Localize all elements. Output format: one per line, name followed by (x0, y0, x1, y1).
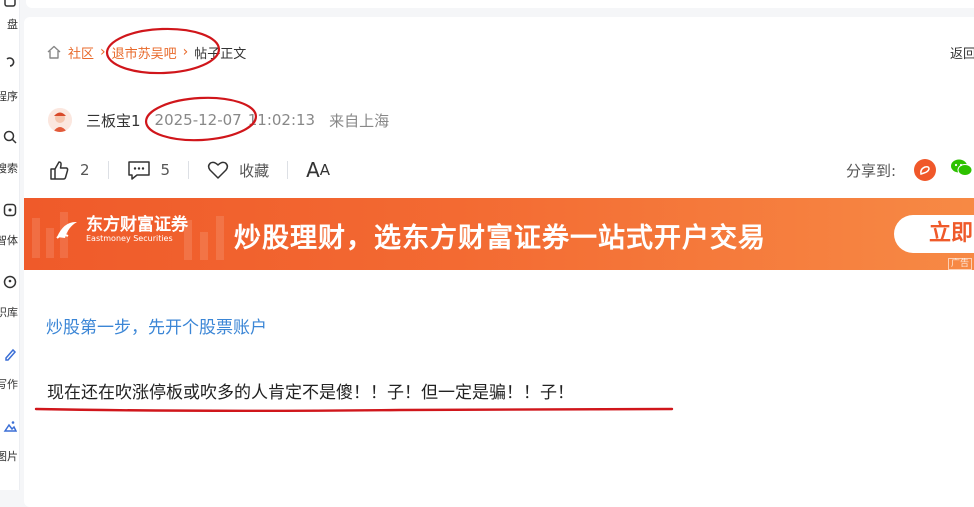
post-location: 来自上海 (329, 111, 390, 130)
ad-tag: 广告 (948, 258, 973, 270)
post-actions: 2 5 收藏 AA (48, 155, 330, 185)
sidebar-item-write[interactable]: 写作 (0, 344, 19, 391)
home-icon[interactable] (46, 44, 62, 60)
sidebar-item-label: 盘 (7, 18, 18, 31)
search-icon (3, 130, 17, 144)
eastmoney-logo: 东方财富证券 Eastmoney Securities (54, 216, 188, 244)
chevron-right-icon: › (100, 44, 106, 60)
banner-slogan: 炒股理财，选东方财富证券一站式开户交易 (234, 223, 766, 254)
font-size-small-label: A (319, 161, 331, 179)
sidebar-item-knowledge[interactable]: 识库 (0, 272, 19, 319)
favorite-button[interactable]: 收藏 (207, 160, 269, 181)
comment-count: 5 (160, 161, 171, 179)
image-icon (3, 421, 17, 432)
like-button[interactable]: 2 (48, 159, 90, 181)
sidebar-item-label: 搜索 (0, 162, 18, 175)
comment-button[interactable]: 5 (127, 159, 171, 181)
wechat-share-button[interactable] (950, 158, 973, 182)
sidebar-item-label: 智体 (0, 234, 18, 247)
logo-en-text: Eastmoney Securities (86, 234, 173, 243)
breadcrumb-community-link[interactable]: 社区 (68, 43, 94, 62)
divider (107, 161, 109, 179)
font-size-large-label: A (306, 158, 320, 182)
back-link[interactable]: 返回 (950, 43, 974, 62)
sidebar-item-search[interactable]: 搜索 (0, 127, 19, 175)
breadcrumb-forum-link[interactable]: 退市苏吴吧 (112, 43, 177, 62)
author-name[interactable]: 三板宝1 (86, 110, 141, 131)
pen-icon (5, 348, 17, 361)
post-meta: 三板宝1 2025-12-07 11:02:13 来自上海 (48, 106, 389, 134)
agent-icon (3, 203, 17, 217)
sidebar-item-label: 写作 (0, 378, 18, 391)
previous-card-edge (26, 0, 974, 8)
like-count: 2 (80, 161, 90, 179)
avatar[interactable] (48, 108, 72, 132)
eastmoney-logo-icon (56, 221, 77, 239)
sidebar-item-miniprogram[interactable]: 程序 (0, 52, 19, 103)
miniprogram-icon (6, 57, 15, 67)
ad-banner[interactable]: 东方财富证券 Eastmoney Securities 炒股理财，选东方财富证券… (24, 198, 974, 270)
wechat-icon (951, 159, 973, 176)
sidebar-item-label: 图片 (0, 450, 18, 463)
post-time: 11:02:13 (247, 111, 316, 129)
share-bar: 分享到: (846, 156, 973, 184)
chevron-right-icon: › (182, 44, 189, 60)
sidebar-item-disk[interactable]: 盘 (0, 0, 19, 40)
avatar-image (48, 108, 72, 132)
sidebar-item-image[interactable]: 图片 (0, 416, 19, 463)
open-account-promo-link[interactable]: 炒股第一步，先开个股票账户 (46, 313, 267, 338)
divider (287, 161, 289, 179)
comment-icon (127, 161, 150, 180)
divider (188, 161, 190, 179)
weibo-share-button[interactable] (914, 159, 937, 181)
disk-icon (4, 0, 16, 7)
heart-icon (207, 161, 229, 179)
font-size-toggle[interactable]: AA (306, 158, 330, 182)
share-label: 分享到: (846, 161, 897, 180)
knowledge-base-icon (3, 275, 17, 289)
sidebar-item-label: 识库 (0, 306, 18, 319)
left-sidebar: 盘 程序 搜索 智体 识库 写作 图片 (0, 0, 20, 490)
thumbs-up-icon (50, 161, 69, 180)
favorite-label: 收藏 (239, 161, 270, 180)
weibo-icon (920, 166, 930, 175)
post-content: 现在还在吹涨停板或吹多的人肯定不是傻！！子！但一定是骗！！子！ (47, 383, 574, 403)
post-date: 2025-12-07 (154, 111, 242, 129)
breadcrumb: 社区 › 退市苏吴吧 › 帖子正文 (46, 40, 246, 64)
open-account-button[interactable]: 立即 (894, 215, 974, 253)
sidebar-item-label: 程序 (0, 90, 18, 103)
logo-cn-text: 东方财富证券 (86, 215, 188, 235)
sidebar-item-agent[interactable]: 智体 (0, 200, 19, 247)
breadcrumb-current: 帖子正文 (194, 46, 247, 62)
